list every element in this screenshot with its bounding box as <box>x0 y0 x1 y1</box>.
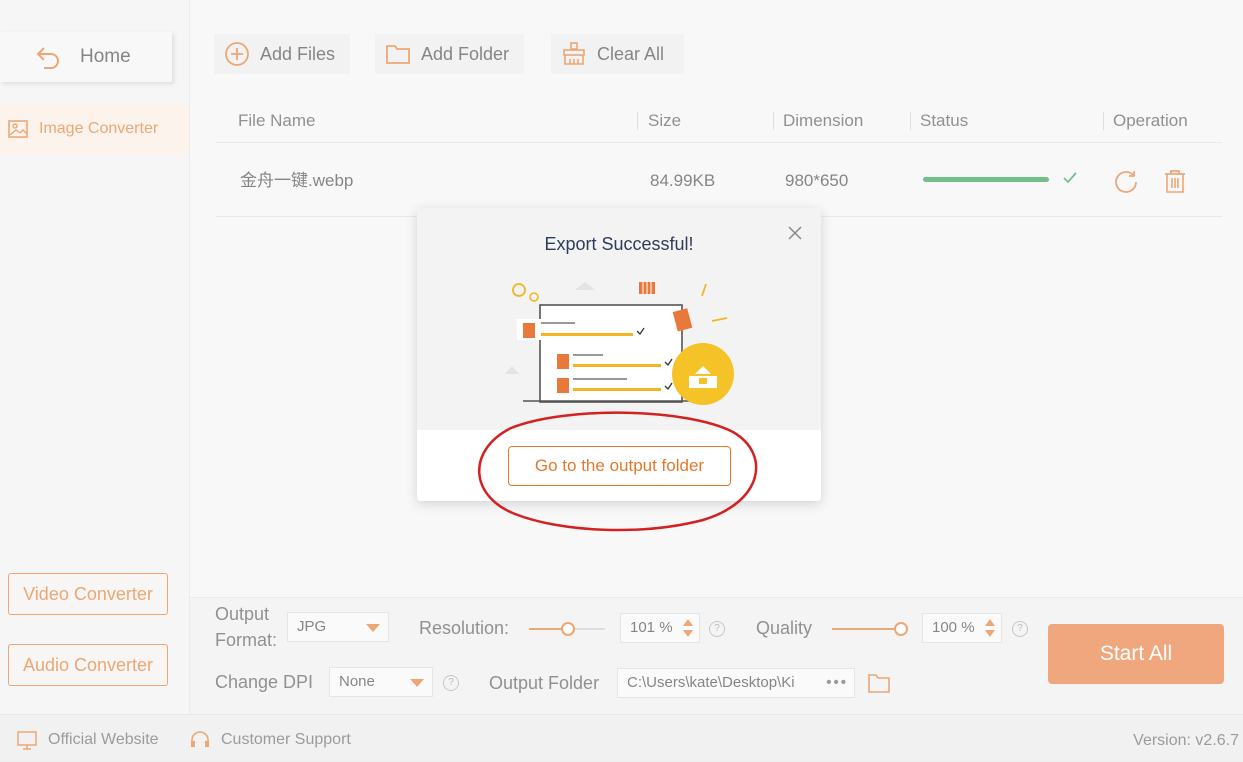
dialog-title: Export Successful! <box>544 234 694 254</box>
close-icon[interactable] <box>787 225 803 241</box>
annotation-ellipse <box>478 411 758 532</box>
export-illustration <box>505 282 734 405</box>
app-window: Home Image Converter Video Converter Aud… <box>0 0 1243 762</box>
